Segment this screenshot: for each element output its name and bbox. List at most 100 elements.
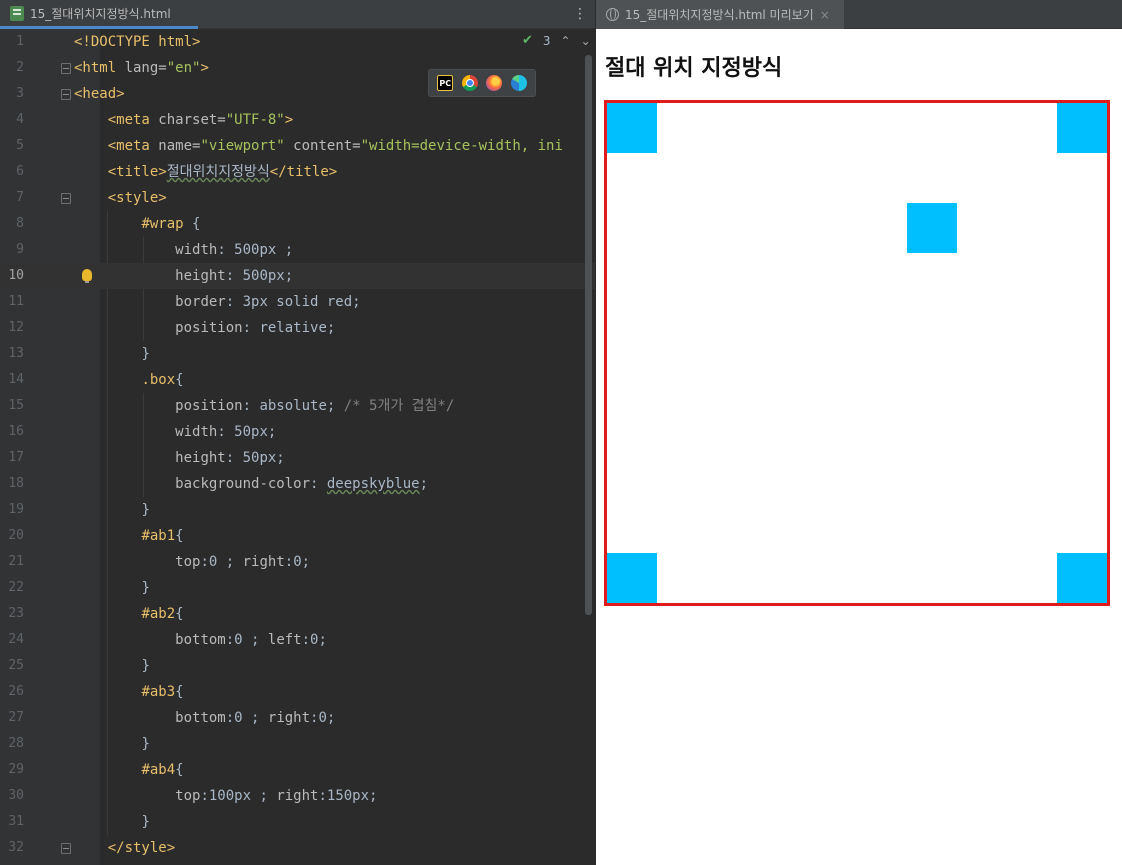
code-token: </style> (107, 840, 176, 856)
code-line[interactable]: 8 #wrap { (0, 211, 595, 237)
fold-marker-icon[interactable] (61, 843, 71, 854)
code-line[interactable]: 21 top:0 ; right:0; (0, 549, 595, 575)
code-text[interactable]: top:0 ; right:0; (74, 549, 310, 575)
firefox-icon[interactable] (486, 75, 503, 91)
code-text[interactable]: #ab1{ (74, 523, 183, 549)
code-line[interactable]: 30 top:100px ; right:150px; (0, 783, 595, 809)
code-line[interactable]: 19 } (0, 497, 595, 523)
code-line[interactable]: 16 width: 50px; (0, 419, 595, 445)
close-icon[interactable]: × (820, 8, 830, 22)
code-line[interactable]: 10 height: 500px; (0, 263, 595, 289)
code-line[interactable]: 4 <meta charset="UTF-8"> (0, 107, 595, 133)
code-text[interactable]: .box{ (74, 367, 183, 393)
code-line[interactable]: 28 } (0, 731, 595, 757)
pycharm-browser-icon[interactable]: PC (437, 75, 454, 91)
fold-marker-icon[interactable] (61, 63, 71, 74)
code-line[interactable]: 13 } (0, 341, 595, 367)
code-text[interactable]: <!DOCTYPE html> (74, 29, 200, 55)
code-line[interactable]: 12 position: relative; (0, 315, 595, 341)
code-text[interactable]: width: 50px; (74, 419, 276, 445)
code-text[interactable]: <html lang="en"> (74, 55, 209, 81)
code-line[interactable]: 29 #ab4{ (0, 757, 595, 783)
more-options-icon[interactable]: ⋮ (573, 5, 587, 23)
code-text[interactable]: <head> (74, 81, 125, 107)
code-token: <meta (107, 112, 159, 128)
code-text[interactable]: background-color: deepskyblue; (74, 471, 428, 497)
line-number: 8 (16, 216, 24, 231)
preview-tab[interactable]: 15_절대위치지정방식.html 미리보기 × (596, 0, 844, 29)
code-line[interactable]: 6 <title>절대위치지정방식</title> (0, 159, 595, 185)
code-text[interactable]: #wrap { (74, 211, 200, 237)
code-token: </title> (269, 164, 338, 180)
code-text[interactable]: } (74, 341, 149, 367)
code-line[interactable]: 1 <!DOCTYPE html> (0, 29, 595, 55)
editor-tab-bar: 15_절대위치지정방식.html ⋮ (0, 0, 595, 29)
code-text[interactable]: height: 50px; (74, 445, 285, 471)
code-editor-pane[interactable]: 15_절대위치지정방식.html ⋮ 1 <!DOCTYPE html> 2 <htm… (0, 0, 595, 865)
code-text[interactable]: } (74, 653, 149, 679)
code-text[interactable]: } (74, 731, 149, 757)
code-line[interactable]: 11 border: 3px solid red; (0, 289, 595, 315)
code-token: } (141, 580, 150, 596)
preview-tab-label: 15_절대위치지정방식.html 미리보기 (625, 8, 814, 22)
code-text[interactable]: bottom:0 ; right:0; (74, 705, 335, 731)
code-line[interactable]: 24 bottom:0 ; left:0; (0, 627, 595, 653)
code-text[interactable]: position: relative; (74, 315, 335, 341)
code-line[interactable]: 25 } (0, 653, 595, 679)
code-line[interactable]: 27 bottom:0 ; right:0; (0, 705, 595, 731)
code-text[interactable]: <title>절대위치지정방식</title> (74, 159, 338, 185)
code-line[interactable]: 26 #ab3{ (0, 679, 595, 705)
code-token: "en" (166, 60, 201, 76)
code-text[interactable]: height: 500px; (74, 263, 293, 289)
line-number: 26 (8, 684, 24, 699)
code-line[interactable]: 14 .box{ (0, 367, 595, 393)
check-icon: ✔ (522, 33, 533, 48)
code-token: <meta (107, 138, 159, 154)
edge-icon[interactable] (510, 75, 527, 91)
code-token: { (175, 606, 184, 622)
code-text[interactable]: <meta charset="UTF-8"> (74, 107, 293, 133)
line-number: 13 (8, 346, 24, 361)
code-text[interactable]: #ab2{ (74, 601, 184, 627)
code-text[interactable]: } (74, 575, 150, 601)
code-text[interactable]: position: absolute; /* 5개가 겹침*/ (74, 393, 454, 419)
code-line[interactable]: 32 </style> (0, 835, 595, 861)
code-text[interactable]: top:100px ; right:150px; (74, 783, 377, 809)
code-text[interactable]: width: 500px ; (74, 237, 293, 263)
code-text[interactable]: #ab3{ (74, 679, 183, 705)
line-number: 2 (16, 60, 24, 75)
code-text[interactable]: <meta name="viewport" content="width=dev… (74, 133, 563, 159)
code-line[interactable]: 15 position: absolute; /* 5개가 겹침*/ (0, 393, 595, 419)
globe-icon (606, 8, 619, 21)
code-token: :0 ; (225, 710, 268, 726)
code-line[interactable]: 22 } (0, 575, 595, 601)
code-line[interactable]: 23 #ab2{ (0, 601, 595, 627)
code-text[interactable]: } (74, 497, 149, 523)
code-token: #ab4 (141, 762, 176, 778)
line-number: 4 (16, 112, 24, 127)
code-token: charset= (158, 112, 226, 128)
editor-tab-html-file[interactable]: 15_절대위치지정방식.html (0, 0, 198, 29)
chrome-icon[interactable] (461, 75, 478, 91)
inspection-status-widget[interactable]: ✔ 3 ⌃ ⌄ (522, 33, 591, 48)
code-line[interactable]: 5 <meta name="viewport" content="width=d… (0, 133, 595, 159)
editor-vertical-scrollbar[interactable] (585, 55, 592, 615)
code-token: <html (74, 60, 125, 76)
code-text[interactable]: bottom:0 ; left:0; (74, 627, 327, 653)
code-line[interactable]: 7 <style> (0, 185, 595, 211)
code-text[interactable]: <style> (74, 185, 167, 211)
code-line[interactable]: 9 width: 500px ; (0, 237, 595, 263)
fold-marker-icon[interactable] (61, 89, 71, 100)
code-line[interactable]: 20 #ab1{ (0, 523, 595, 549)
previous-highlight-icon[interactable]: ⌃ (561, 34, 571, 48)
code-text[interactable]: </style> (74, 835, 175, 861)
code-text[interactable]: #ab4{ (74, 757, 183, 783)
code-text[interactable]: } (74, 809, 149, 835)
code-line[interactable]: 17 height: 50px; (0, 445, 595, 471)
next-highlight-icon[interactable]: ⌄ (581, 34, 591, 48)
code-text[interactable]: border: 3px solid red; (74, 289, 360, 315)
code-line[interactable]: 31 } (0, 809, 595, 835)
code-line[interactable]: 18 background-color: deepskyblue; (0, 471, 595, 497)
fold-marker-icon[interactable] (61, 193, 71, 204)
